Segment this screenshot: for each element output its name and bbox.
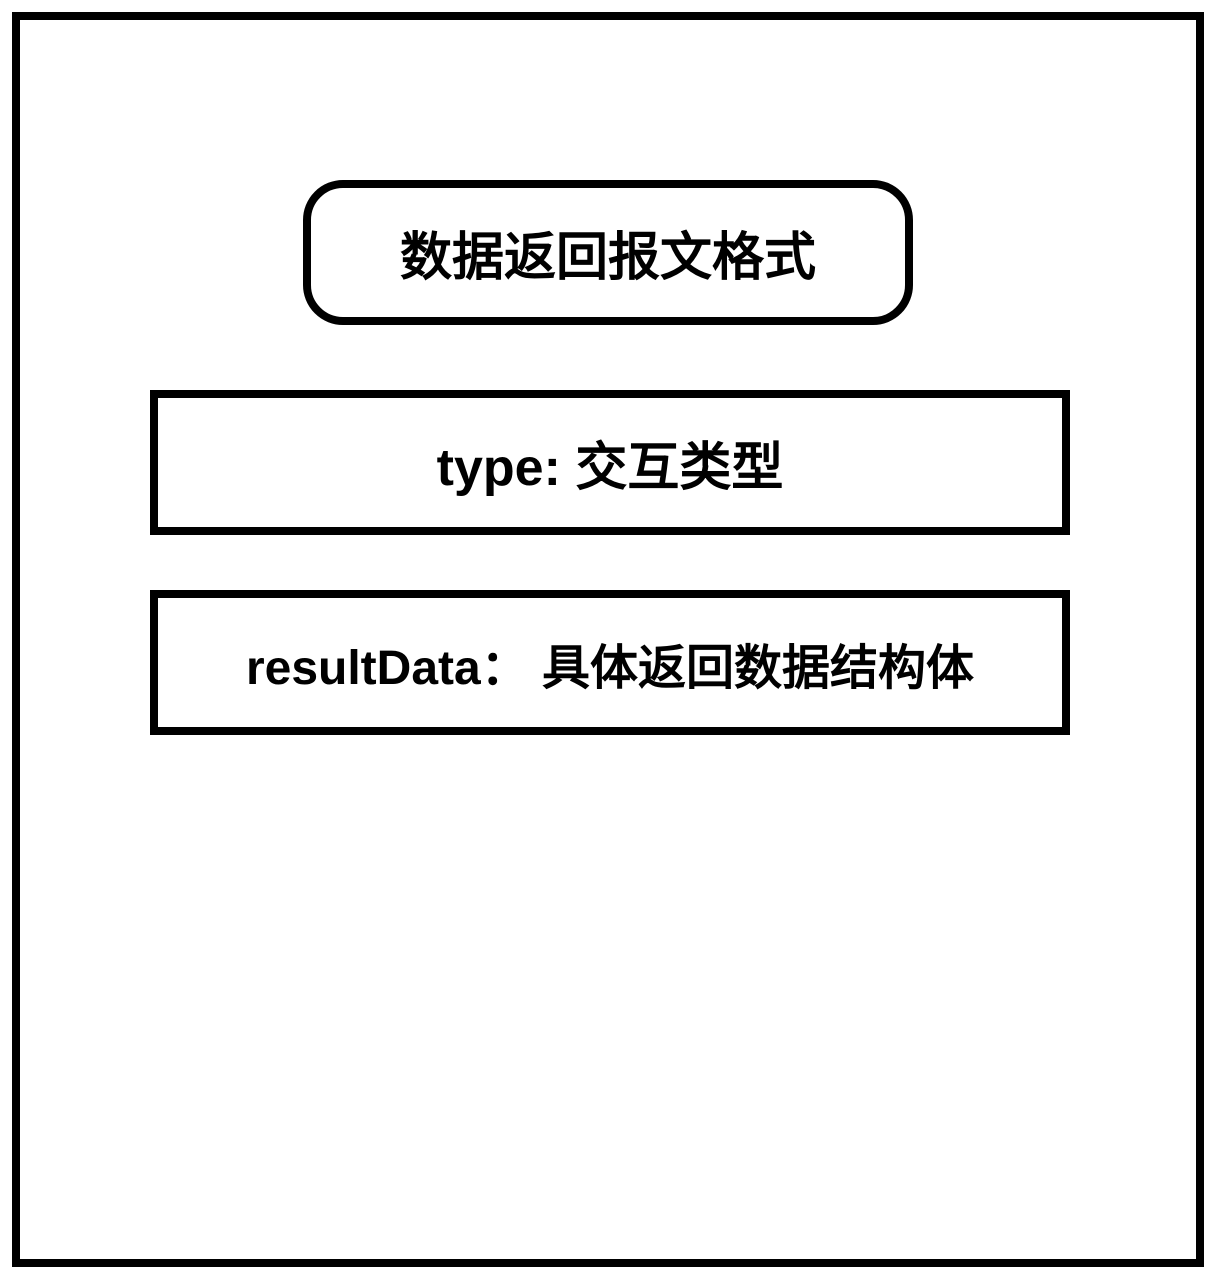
field-type-box: type: 交互类型 xyxy=(150,390,1070,535)
field-resultdata-box: resultData： 具体返回数据结构体 xyxy=(150,590,1070,735)
field-resultdata-label: resultData： 具体返回数据结构体 xyxy=(246,628,974,698)
field-type-label: type: 交互类型 xyxy=(437,425,784,500)
diagram-title-box: 数据返回报文格式 xyxy=(303,180,913,325)
diagram-container: 数据返回报文格式 type: 交互类型 resultData： 具体返回数据结构… xyxy=(12,12,1204,1267)
diagram-title: 数据返回报文格式 xyxy=(400,215,816,290)
